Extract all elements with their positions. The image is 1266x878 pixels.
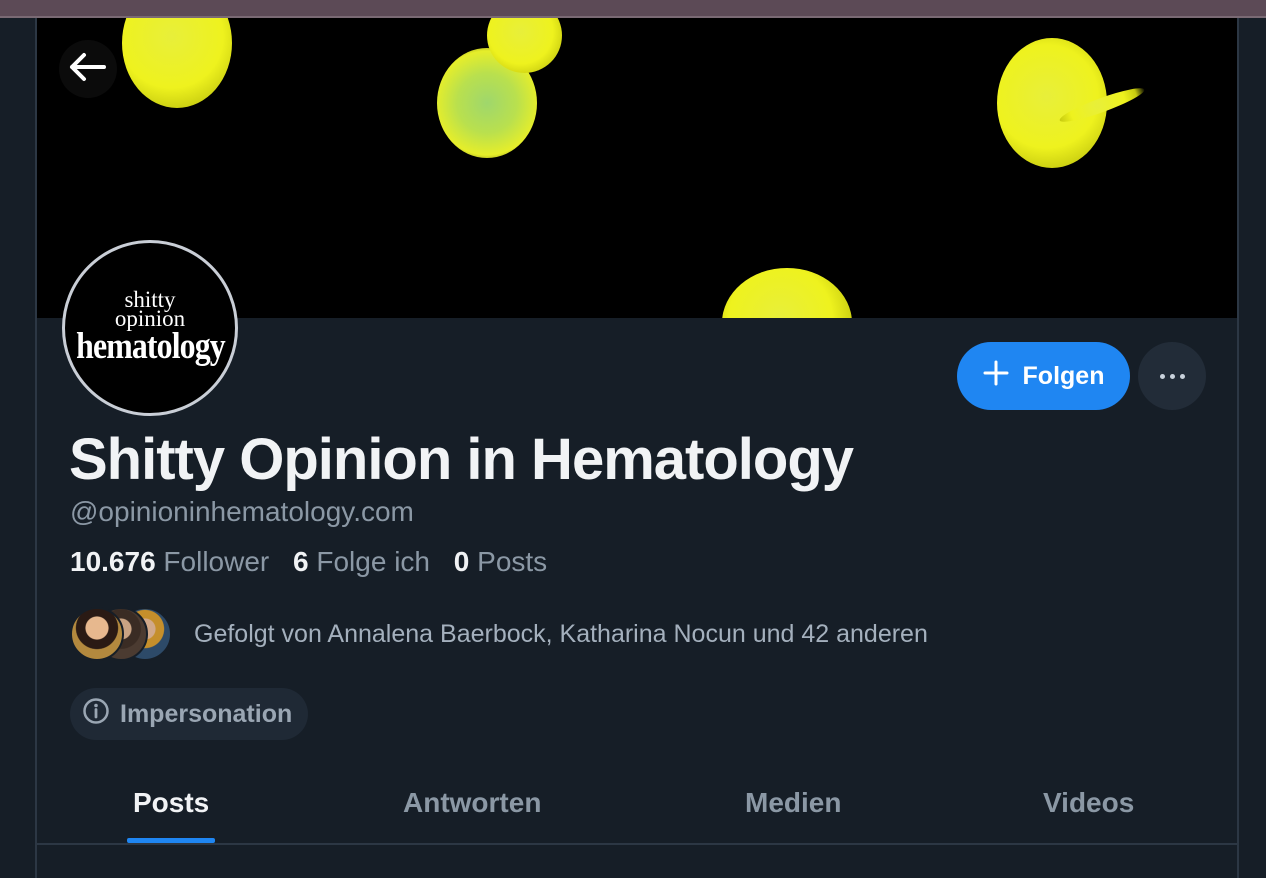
posts-label: Posts <box>477 546 548 577</box>
profile-tabs: Posts Antworten Medien Videos <box>37 763 1237 845</box>
tab-label: Videos <box>1043 787 1135 818</box>
active-tab-indicator <box>127 838 216 843</box>
following-count: 6 <box>293 546 309 577</box>
profile-stats: 10.676 Follower 6 Folge ich 0 Posts <box>70 546 547 578</box>
tab-label: Medien <box>745 787 842 818</box>
tab-label: Posts <box>133 787 210 818</box>
follow-button-label: Folgen <box>1022 361 1105 390</box>
back-button[interactable] <box>59 40 117 98</box>
tab-antworten[interactable]: Antworten <box>403 763 541 843</box>
followers-count: 10.676 <box>70 546 156 577</box>
impersonation-label[interactable]: Impersonation <box>70 688 309 740</box>
following-stat[interactable]: 6 Folge ich <box>293 546 446 577</box>
avatar[interactable]: shitty opinion hematology <box>62 240 238 416</box>
banner-cell <box>722 268 852 318</box>
window-top-bar <box>0 0 1266 18</box>
avatar-text-line3: hematology <box>75 326 226 367</box>
followed-by[interactable]: Gefolgt von Annalena Baerbock, Katharina… <box>70 604 928 664</box>
impersonation-label-text: Impersonation <box>120 699 293 728</box>
info-icon <box>82 697 110 732</box>
display-name: Shitty Opinion in Hematology <box>69 427 854 492</box>
following-label: Folge ich <box>316 546 430 577</box>
followers-label: Follower <box>163 546 270 577</box>
follow-button[interactable]: Folgen <box>957 342 1130 410</box>
profile-handle: @opinioninhematology.com <box>70 496 414 527</box>
plus-icon <box>983 360 1009 393</box>
profile-page: shitty opinion hematology Folgen Shitty … <box>35 18 1239 878</box>
tab-medien[interactable]: Medien <box>745 763 841 843</box>
followers-stat[interactable]: 10.676 Follower <box>70 546 285 577</box>
followed-by-text: Gefolgt von Annalena Baerbock, Katharina… <box>194 619 928 648</box>
follower-avatar <box>70 607 124 661</box>
more-options-button[interactable] <box>1138 342 1206 410</box>
posts-stat: 0 Posts <box>454 546 547 577</box>
arrow-left-icon <box>68 51 108 88</box>
ellipsis-icon <box>1159 373 1185 379</box>
tab-label: Antworten <box>403 787 542 818</box>
tab-videos[interactable]: Videos <box>1043 763 1134 843</box>
banner-cell <box>122 18 232 108</box>
tab-posts[interactable]: Posts <box>127 763 216 843</box>
posts-count: 0 <box>453 546 470 577</box>
